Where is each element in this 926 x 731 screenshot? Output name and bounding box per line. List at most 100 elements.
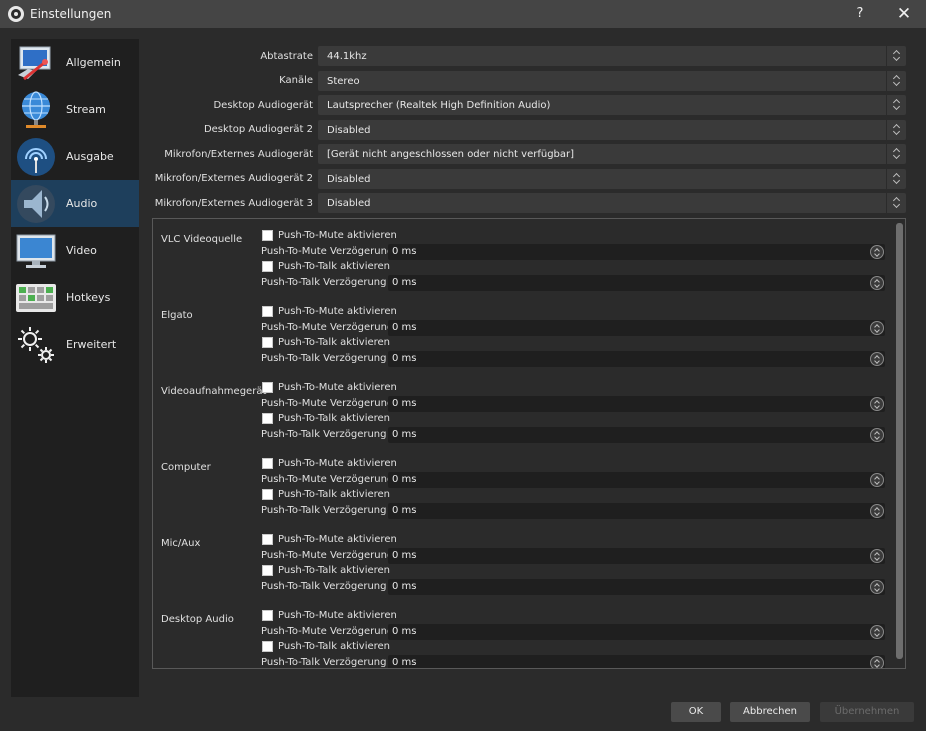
- help-button[interactable]: ?: [848, 4, 872, 24]
- spin-arrows-icon[interactable]: [870, 504, 884, 518]
- push-to-mute-checkbox[interactable]: [262, 610, 273, 621]
- push-to-talk-delay-spinbox[interactable]: 0 ms: [388, 275, 885, 291]
- push-to-mute-delay-label: Push-To-Mute Verzögerung: [261, 398, 394, 409]
- push-to-talk-checkbox[interactable]: [262, 413, 273, 424]
- push-to-talk-delay-label: Push-To-Talk Verzögerung: [261, 505, 387, 516]
- push-to-mute-label: Push-To-Mute aktivieren: [278, 534, 397, 545]
- sidebar-item-allgemein[interactable]: Allgemein: [11, 39, 139, 86]
- push-to-mute-checkbox-row[interactable]: Push-To-Mute aktivieren: [262, 306, 397, 317]
- push-to-talk-delay-spinbox[interactable]: 0 ms: [388, 351, 885, 367]
- push-to-talk-checkbox[interactable]: [262, 261, 273, 272]
- ok-button[interactable]: OK: [671, 702, 721, 722]
- apply-button[interactable]: Übernehmen: [820, 702, 914, 722]
- sidebar-item-label: Ausgabe: [66, 150, 114, 163]
- push-to-mute-checkbox-row[interactable]: Push-To-Mute aktivieren: [262, 534, 397, 545]
- spin-arrows-icon[interactable]: [870, 245, 884, 259]
- close-button[interactable]: ✕: [892, 4, 916, 24]
- push-to-talk-checkbox[interactable]: [262, 565, 273, 576]
- sidebar-item-label: Stream: [66, 103, 106, 116]
- push-to-talk-checkbox-row[interactable]: Push-To-Talk aktivieren: [262, 413, 390, 424]
- spin-arrows-icon[interactable]: [870, 321, 884, 335]
- push-to-talk-checkbox-row[interactable]: Push-To-Talk aktivieren: [262, 337, 390, 348]
- mic-audio-3-label: Mikrofon/Externes Audiogerät 3: [154, 198, 313, 209]
- spin-arrows-icon[interactable]: [870, 352, 884, 366]
- push-to-talk-delay-label: Push-To-Talk Verzögerung: [261, 657, 387, 668]
- push-to-talk-delay-label: Push-To-Talk Verzögerung: [261, 581, 387, 592]
- settings-sidebar: Allgemein Stream Ausgabe Audio Video Hot…: [11, 39, 139, 697]
- push-to-mute-checkbox[interactable]: [262, 306, 273, 317]
- push-to-talk-delay-spinbox[interactable]: 0 ms: [388, 579, 885, 595]
- push-to-mute-label: Push-To-Mute aktivieren: [278, 230, 397, 241]
- mic-audio-2-select[interactable]: Disabled: [318, 169, 906, 189]
- sidebar-item-ausgabe[interactable]: Ausgabe: [11, 133, 139, 180]
- push-to-mute-checkbox-row[interactable]: Push-To-Mute aktivieren: [262, 458, 397, 469]
- general-icon: [18, 46, 51, 80]
- source-name: Videoaufnahmegerät: [161, 386, 267, 397]
- sidebar-item-label: Allgemein: [66, 56, 121, 69]
- push-to-talk-checkbox-row[interactable]: Push-To-Talk aktivieren: [262, 261, 390, 272]
- spin-value: 0 ms: [392, 429, 417, 440]
- sidebar-item-video[interactable]: Video: [11, 227, 139, 274]
- spin-arrows-icon[interactable]: [870, 276, 884, 290]
- push-to-talk-label: Push-To-Talk aktivieren: [278, 489, 391, 500]
- push-to-talk-checkbox[interactable]: [262, 641, 273, 652]
- push-to-mute-delay-spinbox[interactable]: 0 ms: [388, 624, 885, 640]
- hotkeys-icon: [16, 283, 56, 312]
- push-to-talk-delay-spinbox[interactable]: 0 ms: [388, 503, 885, 519]
- spin-arrows-icon[interactable]: [870, 473, 884, 487]
- spin-value: 0 ms: [392, 398, 417, 409]
- push-to-talk-checkbox-row[interactable]: Push-To-Talk aktivieren: [262, 641, 390, 652]
- sidebar-item-label: Video: [66, 244, 97, 257]
- desktop-audio-select[interactable]: Lautsprecher (Realtek High Definition Au…: [318, 95, 906, 115]
- sample-rate-select[interactable]: 44.1khz: [318, 46, 906, 66]
- push-to-mute-delay-spinbox[interactable]: 0 ms: [388, 548, 885, 564]
- push-to-mute-checkbox[interactable]: [262, 534, 273, 545]
- push-to-talk-delay-label: Push-To-Talk Verzögerung: [261, 277, 387, 288]
- desktop-audio-value: Lautsprecher (Realtek High Definition Au…: [327, 99, 551, 111]
- channels-select[interactable]: Stereo: [318, 71, 906, 91]
- push-to-mute-checkbox[interactable]: [262, 458, 273, 469]
- push-to-talk-delay-spinbox[interactable]: 0 ms: [388, 655, 885, 668]
- cancel-button[interactable]: Abbrechen: [730, 702, 810, 722]
- push-to-talk-delay-spinbox[interactable]: 0 ms: [388, 427, 885, 443]
- spin-value: 0 ms: [392, 277, 417, 288]
- push-to-mute-checkbox-row[interactable]: Push-To-Mute aktivieren: [262, 230, 397, 241]
- sidebar-item-stream[interactable]: Stream: [11, 86, 139, 133]
- push-to-mute-checkbox-row[interactable]: Push-To-Mute aktivieren: [262, 610, 397, 621]
- push-to-mute-delay-label: Push-To-Mute Verzögerung: [261, 550, 394, 561]
- spin-value: 0 ms: [392, 322, 417, 333]
- spin-value: 0 ms: [392, 353, 417, 364]
- push-to-talk-checkbox-row[interactable]: Push-To-Talk aktivieren: [262, 565, 390, 576]
- push-to-mute-checkbox[interactable]: [262, 230, 273, 241]
- scrollbar-thumb[interactable]: [896, 223, 903, 659]
- spin-arrows-icon[interactable]: [870, 428, 884, 442]
- window-title: Einstellungen: [30, 7, 112, 21]
- spin-arrows-icon[interactable]: [870, 625, 884, 639]
- sidebar-item-audio[interactable]: Audio: [11, 180, 139, 227]
- push-to-mute-delay-spinbox[interactable]: 0 ms: [388, 396, 885, 412]
- source-name: Desktop Audio: [161, 614, 234, 625]
- push-to-mute-delay-label: Push-To-Mute Verzögerung: [261, 246, 394, 257]
- desktop-audio-2-select[interactable]: Disabled: [318, 120, 906, 140]
- hotkeys-scrollbar[interactable]: [896, 223, 903, 659]
- mic-audio-select[interactable]: [Gerät nicht angeschlossen oder nicht ve…: [318, 144, 906, 164]
- push-to-talk-checkbox[interactable]: [262, 337, 273, 348]
- push-to-talk-label: Push-To-Talk aktivieren: [278, 641, 391, 652]
- push-to-mute-delay-spinbox[interactable]: 0 ms: [388, 472, 885, 488]
- push-to-talk-checkbox[interactable]: [262, 489, 273, 500]
- source-name: VLC Videoquelle: [161, 234, 243, 245]
- push-to-mute-delay-spinbox[interactable]: 0 ms: [388, 320, 885, 336]
- push-to-talk-checkbox-row[interactable]: Push-To-Talk aktivieren: [262, 489, 390, 500]
- spin-arrows-icon[interactable]: [870, 656, 884, 668]
- mic-audio-3-select[interactable]: Disabled: [318, 193, 906, 213]
- spin-arrows-icon[interactable]: [870, 549, 884, 563]
- output-icon: [17, 137, 55, 176]
- spin-arrows-icon[interactable]: [870, 397, 884, 411]
- push-to-mute-delay-spinbox[interactable]: 0 ms: [388, 244, 885, 260]
- spin-arrows-icon[interactable]: [870, 580, 884, 594]
- push-to-mute-checkbox[interactable]: [262, 382, 273, 393]
- push-to-mute-checkbox-row[interactable]: Push-To-Mute aktivieren: [262, 382, 397, 393]
- sidebar-item-erweitert[interactable]: Erweitert: [11, 321, 139, 368]
- mic-audio-2-value: Disabled: [327, 173, 371, 185]
- sidebar-item-hotkeys[interactable]: Hotkeys: [11, 274, 139, 321]
